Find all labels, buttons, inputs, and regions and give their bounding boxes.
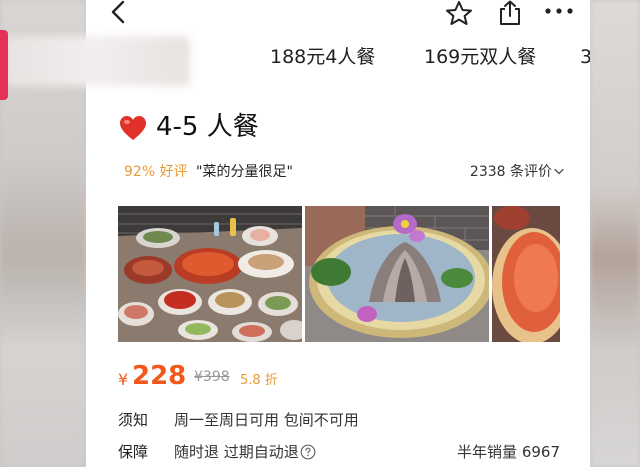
dish-photo-platter[interactable] [305, 206, 489, 342]
rating-row[interactable]: 92% 好评 "菜的分量很足" 2338 条评价 [124, 160, 564, 186]
blurred-overlay-mark [0, 30, 8, 100]
guarantee-label: 保障 [118, 443, 149, 461]
discount-badge: 5.8 折 [240, 373, 278, 388]
help-icon[interactable] [300, 444, 316, 460]
notice-row: 须知 周一至周日可用 包间不可用 [118, 408, 568, 434]
tab-188-4-person-meal[interactable]: 188元4人餐 [270, 42, 375, 72]
top-bar [86, 0, 590, 30]
dish-photo-hotpot[interactable] [492, 206, 560, 342]
tab-next-package[interactable]: 3 [580, 42, 590, 72]
notice-value: 周一至周日可用 包间不可用 [174, 411, 359, 429]
chevron-down-icon[interactable] [554, 168, 564, 176]
share-icon[interactable] [496, 0, 524, 26]
review-count[interactable]: 2338 条评价 [470, 160, 552, 184]
dish-photo-spread[interactable] [118, 206, 302, 342]
guarantee-value: 随时退 过期自动退 [174, 443, 299, 461]
tab-169-double-meal[interactable]: 169元双人餐 [424, 42, 536, 72]
deal-title: 4-5 人餐 [156, 112, 259, 142]
original-price: ¥398 [194, 369, 230, 385]
blurred-background-right [590, 0, 640, 467]
star-icon[interactable] [444, 0, 474, 26]
notice-label: 须知 [118, 411, 149, 429]
back-icon[interactable] [108, 0, 130, 24]
price-currency: ¥ [118, 370, 129, 389]
guarantee-row: 保障 随时退 过期自动退 半年销量 6967 [118, 440, 568, 466]
half-year-sales: 半年销量 6967 [457, 443, 560, 461]
price-row: ¥ 228 ¥398 5.8 折 [118, 360, 558, 394]
blurred-overlay [4, 36, 190, 86]
deal-price: 228 [132, 361, 187, 391]
heart-icon [120, 116, 146, 140]
review-quote: "菜的分量很足" [196, 164, 293, 180]
good-rate: 92% 好评 [124, 164, 188, 180]
more-icon[interactable] [542, 3, 576, 19]
